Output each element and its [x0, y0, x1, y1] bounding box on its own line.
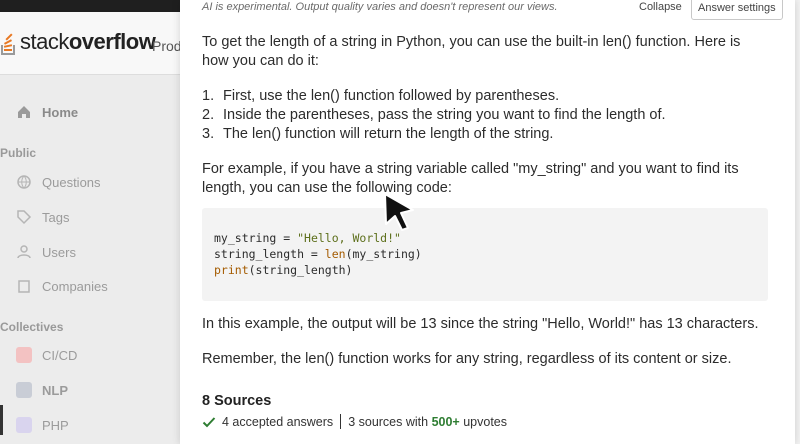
- sources-upvotes-prefix: 3 sources with: [348, 414, 429, 429]
- answer-intro: To get the length of a string in Python,…: [202, 34, 741, 69]
- accepted-answers-count: 4 accepted answers: [222, 414, 334, 429]
- stackoverflow-logo-icon: [1, 33, 15, 55]
- sidebar-heading-public: Public: [0, 146, 37, 160]
- home-icon: [18, 106, 30, 118]
- stackoverflow-logo[interactable]: stackoverflow: [0, 22, 156, 62]
- sidebar-item-php[interactable]: PHP: [16, 417, 69, 433]
- divider: [340, 414, 342, 429]
- step-number: 1.: [202, 88, 215, 104]
- nlp-collective-icon: [16, 382, 32, 398]
- code-line: my_string = "Hello, World!": [214, 231, 401, 245]
- upvotes-count: 500+: [431, 414, 460, 429]
- sidebar-item-users[interactable]: Users: [16, 244, 76, 260]
- result-text: In this example, the output will be 13 s…: [202, 316, 759, 332]
- sidebar-item-label: NLP: [42, 382, 68, 398]
- step-text: Inside the parentheses, pass the string …: [223, 107, 666, 123]
- sidebar-item-label: Home: [42, 104, 79, 120]
- sidebar-item-home[interactable]: Home: [16, 104, 78, 120]
- sources-title[interactable]: 8 Sources: [202, 393, 271, 409]
- code-block[interactable]: my_string = "Hello, World!" string_lengt…: [202, 208, 768, 301]
- sidebar-item-nlp[interactable]: NLP: [16, 382, 68, 398]
- users-icon: [17, 245, 31, 259]
- products-menu[interactable]: Prod: [152, 38, 182, 54]
- sources-summary: 4 accepted answers 3 sources with 500+ u…: [202, 414, 507, 429]
- tag-icon: [17, 210, 32, 225]
- example-intro: For example, if you have a string variab…: [202, 161, 739, 196]
- list-item: 1. First, use the len() function followed…: [202, 87, 666, 106]
- sidebar-item-companies[interactable]: Companies: [16, 278, 108, 294]
- sidebar-item-cicd[interactable]: CI/CD: [16, 347, 77, 363]
- companies-icon: [18, 280, 30, 293]
- cicd-collective-icon: [16, 347, 32, 363]
- steps-list: 1. First, use the len() function followed…: [202, 87, 666, 144]
- logo-wordmark: stackoverflow: [20, 29, 156, 54]
- code-line: string_length = len(my_string): [214, 247, 422, 261]
- sidebar-item-label: Questions: [42, 174, 101, 190]
- list-item: 2. Inside the parentheses, pass the strin…: [202, 106, 666, 125]
- remember-text: Remember, the len() function works for a…: [202, 351, 732, 367]
- list-item: 3. The len() function will return the len…: [202, 125, 666, 144]
- checkmark-icon: [202, 416, 216, 427]
- ai-disclaimer: AI is experimental. Output quality varie…: [202, 1, 558, 13]
- mouse-cursor-icon: [384, 193, 414, 231]
- php-collective-icon: [16, 417, 32, 433]
- sidebar-item-tags[interactable]: Tags: [16, 209, 69, 225]
- code-line: print(string_length): [214, 263, 353, 277]
- sidebar-item-questions[interactable]: Questions: [16, 174, 101, 190]
- globe-icon: [17, 175, 31, 189]
- step-text: First, use the len() function followed b…: [223, 88, 560, 104]
- collapse-button[interactable]: Collapse: [639, 1, 682, 13]
- step-number: 2.: [202, 107, 215, 123]
- upvotes-label: upvotes: [463, 414, 507, 429]
- sidebar-heading-collectives: Collectives: [0, 320, 64, 334]
- answer-settings-button[interactable]: Answer settings: [691, 0, 783, 20]
- sidebar-item-label: CI/CD: [42, 347, 78, 363]
- page-scroll-gutter: [795, 0, 800, 444]
- sidebar-item-label: Users: [42, 244, 76, 260]
- step-text: The len() function will return the lengt…: [223, 126, 554, 142]
- sidebar-active-indicator: [0, 405, 3, 435]
- sidebar-item-label: Tags: [42, 209, 70, 225]
- ai-answer-panel: AI is experimental. Output quality varie…: [180, 0, 795, 444]
- step-number: 3.: [202, 126, 215, 142]
- sidebar-item-label: PHP: [42, 417, 69, 433]
- sidebar-item-label: Companies: [42, 278, 108, 294]
